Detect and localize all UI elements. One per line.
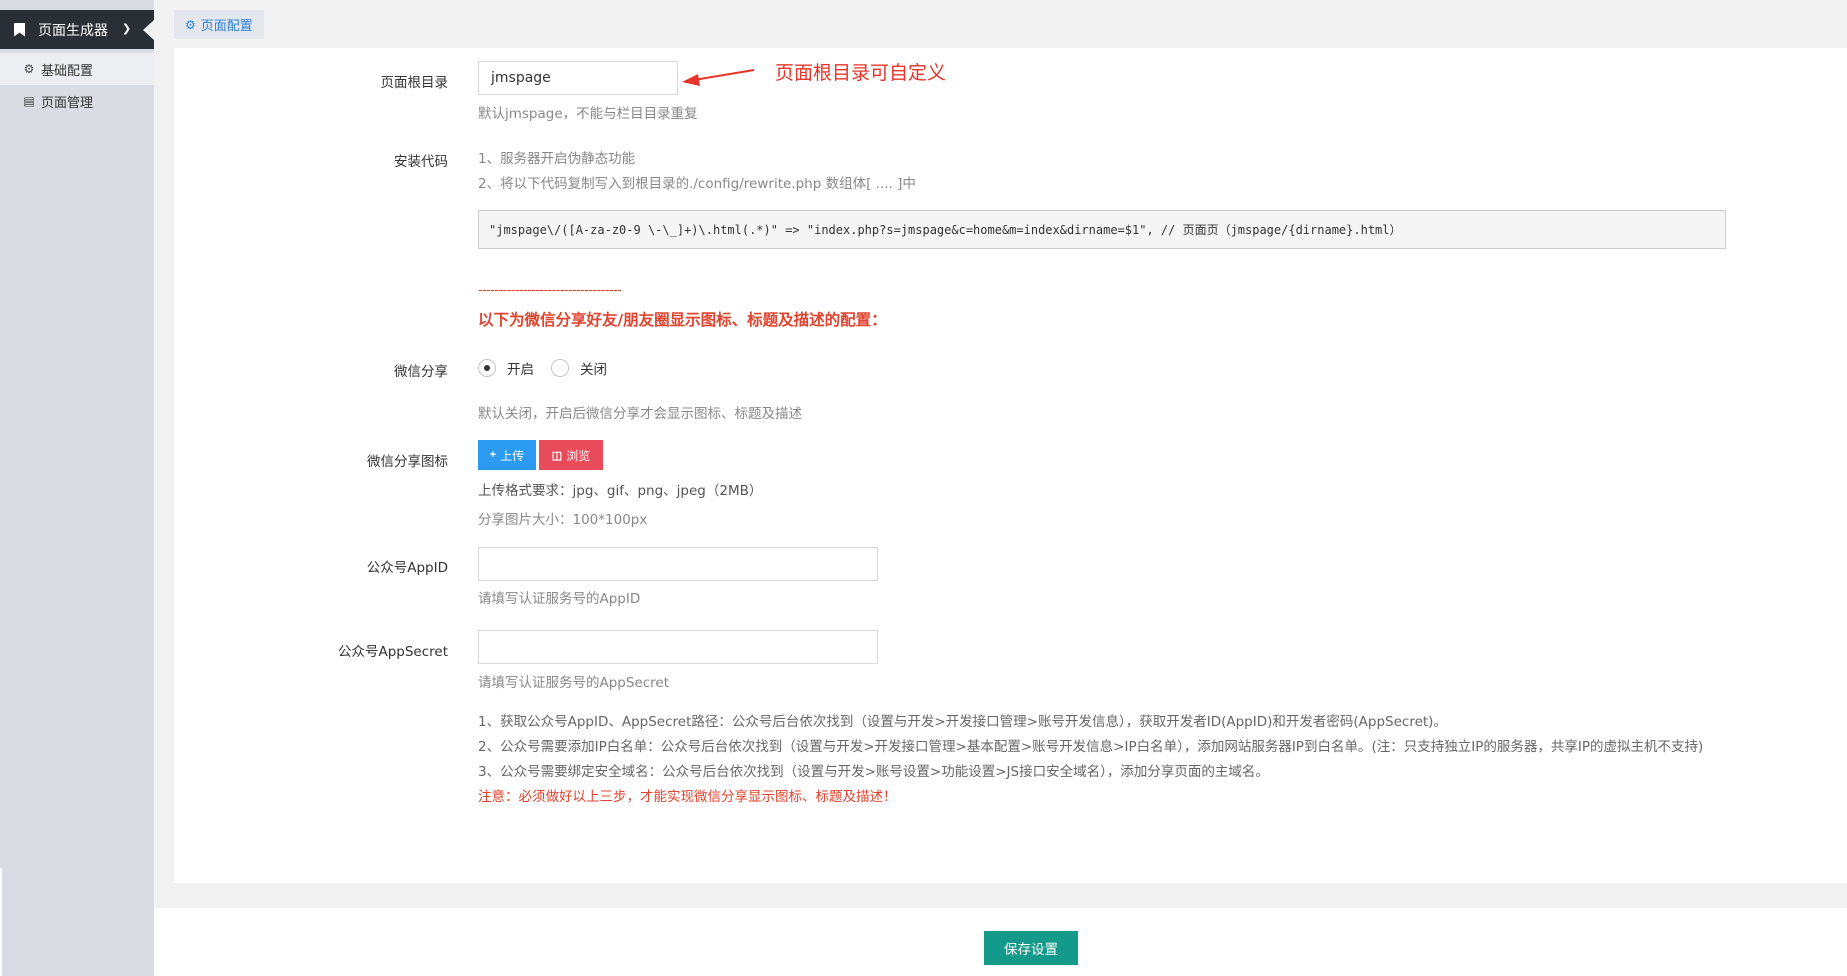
wechat-section-heading: 以下为微信分享好友/朋友圈显示图标、标题及描述的配置： [478, 311, 887, 329]
chevron-down-icon[interactable]: ❯ [122, 22, 131, 35]
gear-icon: ⚙ [185, 17, 196, 32]
root-dir-label: 页面根目录 [380, 75, 449, 91]
sidebar-header-title: 页面生成器 [38, 22, 108, 39]
radio-disable-label: 关闭 [580, 362, 607, 378]
note-item: 2、公众号需要添加IP白名单：公众号后台依次找到（设置与开发>开发接口管理>基本… [478, 739, 1704, 755]
root-dir-help: 默认jmspage，不能与栏目目录重复 [478, 106, 698, 122]
appsecret-input[interactable] [478, 630, 878, 664]
wechat-icon-label: 微信分享图标 [367, 454, 448, 470]
config-notes: 1、获取公众号AppID、AppSecret路径：公众号后台依次找到（设置与开发… [478, 713, 1723, 813]
gear-icon: ⚙ [23, 62, 35, 76]
sidebar: 页面生成器 ❯ ⚙ 基础配置 ▤ 页面管理 [0, 0, 154, 976]
note-item: 3、公众号需要绑定安全域名：公众号后台依次找到（设置与开发>账号设置>功能设置>… [478, 764, 1269, 780]
install-step-2: 2、将以下代码复制写入到根目录的./config/rewrite.php 数组体… [478, 176, 916, 192]
folder-open-icon: ◫ [551, 449, 563, 462]
sidebar-item-page-management[interactable]: ▤ 页面管理 [0, 85, 154, 117]
rewrite-code: "jmspage\/([A-za-z0-9 \-\_]+)\.html(.*)"… [489, 223, 1402, 237]
appsecret-label: 公众号AppSecret [337, 644, 448, 660]
bookmark-icon [14, 22, 25, 37]
radio-selected-dot [484, 365, 490, 371]
root-dir-input[interactable] [478, 61, 678, 95]
appid-label: 公众号AppID [366, 560, 448, 576]
divider: ----------------------------------- [478, 283, 622, 298]
sidebar-edge [0, 868, 2, 976]
upload-format-requirement: 上传格式要求：jpg、gif、png、jpeg（2MB） [478, 483, 763, 499]
annotation-arrow-icon [682, 69, 755, 86]
browse-button-label: 浏览 [566, 448, 591, 463]
sidebar-item-label: 基础配置 [41, 63, 94, 79]
wechat-share-help: 默认关闭，开启后微信分享才会显示图标、标题及描述 [478, 406, 802, 422]
book-icon: ▤ [23, 94, 35, 108]
active-notch [143, 20, 154, 40]
install-code-label: 安装代码 [394, 154, 448, 170]
tab-label: 页面配置 [200, 19, 253, 34]
plus-icon: + [489, 449, 497, 461]
warning-note: 注意：必须做好以上三步，才能实现微信分享显示图标、标题及描述！ [478, 789, 897, 805]
tab-page-config[interactable]: ⚙ 页面配置 [174, 10, 264, 39]
install-step-1: 1、服务器开启伪静态功能 [478, 151, 636, 167]
radio-enable-label: 开启 [507, 362, 534, 378]
wechat-share-radio-group: 开启 关闭 [478, 358, 624, 378]
appsecret-help: 请填写认证服务号的AppSecret [478, 675, 670, 691]
root-dir-annotation: 页面根目录可自定义 [775, 62, 947, 84]
radio-enable[interactable] [478, 359, 496, 377]
wechat-share-label: 微信分享 [394, 364, 448, 380]
save-settings-button[interactable]: 保存设置 [984, 931, 1078, 965]
appid-help: 请填写认证服务号的AppID [478, 591, 641, 607]
upload-button-label: 上传 [500, 448, 525, 463]
sidebar-header-page-generator[interactable]: 页面生成器 ❯ [0, 10, 154, 49]
browse-button[interactable]: ◫ 浏览 [539, 440, 603, 470]
radio-disable[interactable] [551, 359, 569, 377]
sidebar-item-basic-config[interactable]: ⚙ 基础配置 [0, 53, 154, 85]
appid-input[interactable] [478, 547, 878, 581]
share-image-size: 分享图片大小：100*100px [478, 512, 648, 528]
upload-button[interactable]: + 上传 [478, 440, 536, 470]
rewrite-code-box[interactable]: "jmspage\/([A-za-z0-9 \-\_]+)\.html(.*)"… [478, 210, 1726, 249]
sidebar-item-label: 页面管理 [41, 95, 94, 111]
note-item: 1、获取公众号AppID、AppSecret路径：公众号后台依次找到（设置与开发… [478, 714, 1447, 730]
